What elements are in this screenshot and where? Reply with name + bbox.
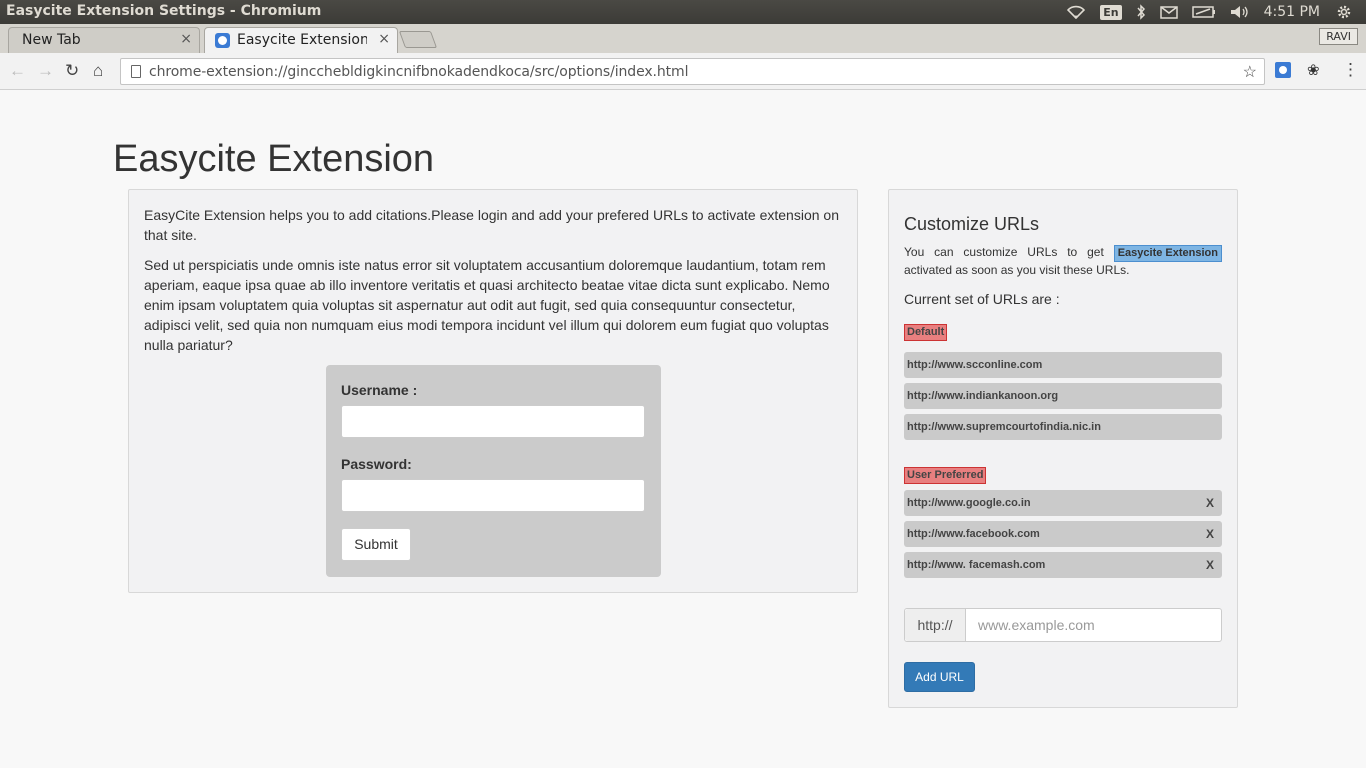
browser-menu-icon[interactable]: ⋮ (1342, 60, 1359, 80)
customize-heading: Customize URLs (904, 214, 1040, 234)
desc-text: You can customize URLs to get (904, 245, 1104, 259)
default-url-row: http://www.supremcourtofindia.nic.in (904, 414, 1222, 440)
address-bar[interactable]: chrome-extension://gincchebldigkincnifbn… (120, 58, 1265, 85)
user-preferred-tag: User Preferred (904, 467, 987, 484)
url-text: http://www.facebook.com (907, 528, 1040, 540)
tab-label: Easycite Extension (237, 32, 367, 48)
default-url-row: http://www.scconline.com (904, 352, 1222, 378)
new-tab-button[interactable] (398, 31, 438, 48)
description-text: Sed ut perspiciatis unde omnis iste natu… (144, 257, 830, 353)
remove-url-button[interactable]: X (1206, 527, 1214, 541)
reload-icon[interactable]: ↻ (65, 61, 79, 81)
page-icon (131, 65, 141, 78)
remove-url-button[interactable]: X (1206, 496, 1214, 510)
tab-strip: New Tab × Easycite Extension × (0, 24, 1366, 53)
system-tray: En 4:51 PM (1066, 0, 1366, 24)
wifi-icon[interactable] (1066, 5, 1086, 19)
browser-toolbar: ← → ↻ ⌂ chrome-extension://gincchebldigk… (0, 53, 1366, 90)
default-url-row: http://www.indiankanoon.org (904, 383, 1222, 409)
easycite-favicon-icon (215, 33, 230, 48)
username-label: Username : (341, 382, 418, 398)
url-text: http://www. facemash.com (907, 559, 1046, 571)
customize-urls-panel: Customize URLs You can customize URLs to… (888, 189, 1238, 708)
keyboard-layout-indicator[interactable]: En (1100, 4, 1122, 20)
bookmark-star-icon[interactable]: ☆ (1243, 62, 1257, 82)
login-form: Username : Password: Submit (326, 365, 661, 577)
user-url-row: http://www.google.co.in X (904, 490, 1222, 516)
url-prefix: http:// (905, 609, 966, 641)
url-text: http://www.scconline.com (907, 359, 1043, 371)
new-url-input[interactable]: www.example.com (967, 609, 1221, 641)
username-input[interactable] (341, 405, 645, 438)
tab-easycite-settings[interactable]: Easycite Extension × (204, 27, 398, 53)
tab-close-icon[interactable]: × (378, 31, 390, 47)
extension-icon[interactable]: ❀ (1307, 61, 1320, 79)
extension-name-tag: Easycite Extension (1113, 245, 1222, 262)
mail-icon[interactable] (1159, 5, 1178, 19)
user-url-row: http://www.facebook.com X (904, 521, 1222, 547)
desc-text: activated as soon as you visit these URL… (904, 263, 1130, 277)
tab-new-tab[interactable]: New Tab × (8, 27, 200, 53)
gear-icon[interactable] (1336, 4, 1352, 20)
back-arrow-icon[interactable]: ← (9, 61, 26, 81)
submit-button[interactable]: Submit (341, 528, 411, 561)
tab-label: New Tab (22, 32, 81, 48)
url-text[interactable]: chrome-extension://gincchebldigkincnifbn… (149, 64, 688, 80)
tab-close-icon[interactable]: × (180, 31, 192, 47)
clock[interactable]: 4:51 PM (1264, 4, 1320, 20)
battery-icon[interactable] (1191, 6, 1216, 18)
new-url-input-group: http:// www.example.com (904, 608, 1222, 642)
home-icon[interactable]: ⌂ (93, 61, 103, 81)
intro-text: EasyCite Extension helps you to add cita… (144, 207, 839, 243)
os-top-bar: Easycite Extension Settings - Chromium E… (0, 0, 1366, 24)
password-input[interactable] (341, 479, 645, 512)
add-url-button[interactable]: Add URL (904, 662, 975, 692)
customize-description: You can customize URLs to get Easycite E… (904, 244, 1222, 279)
bluetooth-icon[interactable] (1136, 4, 1146, 20)
page-title: Easycite Extension (113, 138, 435, 180)
easycite-extension-icon[interactable] (1275, 62, 1291, 78)
forward-arrow-icon[interactable]: → (37, 61, 54, 81)
password-label: Password: (341, 456, 412, 472)
window-title: Easycite Extension Settings - Chromium (6, 3, 322, 19)
url-text: http://www.indiankanoon.org (907, 390, 1059, 402)
url-text: http://www.google.co.in (907, 497, 1031, 509)
url-text: http://www.supremcourtofindia.nic.in (907, 421, 1101, 433)
profile-button[interactable]: RAVI (1319, 28, 1358, 45)
login-panel: EasyCite Extension helps you to add cita… (128, 189, 858, 593)
user-url-row: http://www. facemash.com X (904, 552, 1222, 578)
default-tag: Default (904, 324, 948, 341)
current-urls-label: Current set of URLs are : (904, 291, 1060, 307)
remove-url-button[interactable]: X (1206, 558, 1214, 572)
volume-icon[interactable] (1230, 5, 1250, 19)
